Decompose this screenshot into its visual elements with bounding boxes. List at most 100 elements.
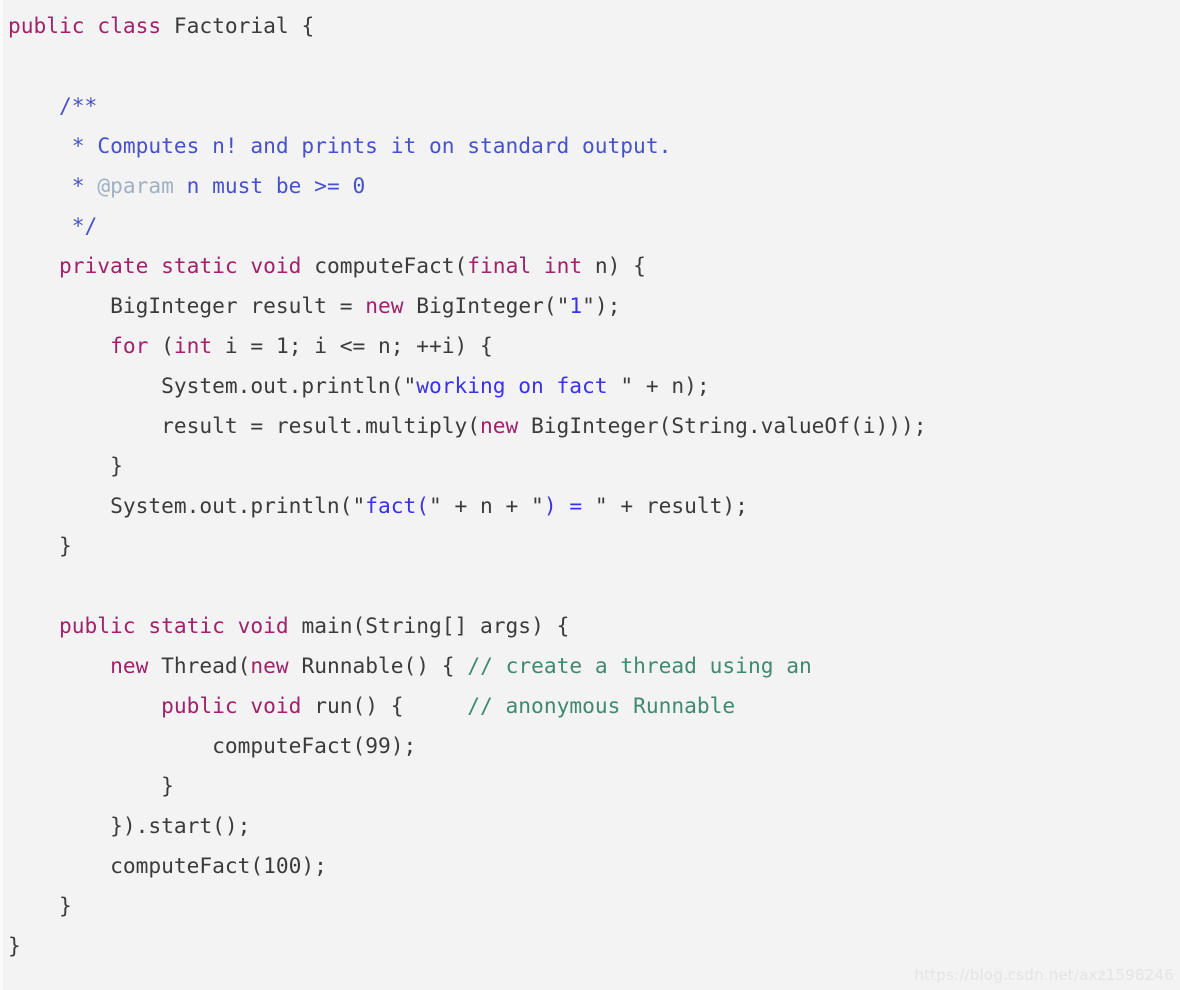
paren-open: ( — [339, 493, 353, 518]
paren-open: ( — [467, 413, 480, 438]
keyword-public: public — [8, 13, 85, 38]
paren-open: ( — [543, 293, 557, 318]
code-line-20: } — [8, 766, 927, 806]
constructor-biginteger: BigInteger — [416, 293, 544, 318]
keyword-new: new — [250, 653, 289, 678]
javadoc-param-tag: @param — [97, 173, 174, 198]
call-computefact: computeFact — [212, 733, 353, 758]
code-line-2-blank — [8, 46, 927, 86]
keyword-static: static — [161, 253, 238, 278]
quote-close: " — [582, 293, 595, 318]
keyword-public: public — [59, 613, 136, 638]
javadoc-close: */ — [71, 213, 98, 238]
keyword-int: int — [543, 253, 583, 278]
quote-open: " — [531, 493, 544, 518]
javadoc-text-param: n must be >= 0 — [186, 173, 366, 198]
code-line-24: } — [8, 926, 927, 966]
close-brace-main: } — [59, 893, 72, 918]
assign-operator: = — [339, 293, 353, 318]
javadoc-star: * — [71, 173, 85, 198]
paren-open: ( — [237, 653, 251, 678]
quote-open: " — [352, 493, 366, 518]
call-args-99: (99); — [352, 733, 417, 758]
type-runnable: Runnable — [301, 653, 404, 678]
javadoc-open: /** — [59, 93, 98, 118]
close-brace-method: } — [59, 533, 72, 558]
call-system-out-println: System.out.println — [110, 493, 340, 518]
type-thread: Thread — [161, 653, 238, 678]
statement-end: ); — [594, 293, 621, 318]
code-line-15-blank — [8, 566, 927, 606]
keyword-for: for — [110, 333, 149, 358]
for-loop-expression: i = 1; i <= n; ++i — [224, 333, 455, 358]
keyword-private: private — [59, 253, 149, 278]
javadoc-star: * — [71, 133, 85, 158]
string-literal-fact-open: fact( — [365, 493, 429, 518]
quote-close: " — [428, 493, 442, 518]
statement-end: ); — [684, 373, 710, 398]
paren-close-brace: ) { — [607, 253, 646, 278]
concat-operator: + — [645, 373, 659, 398]
code-line-21: }).start(); — [8, 806, 927, 846]
keyword-new: new — [365, 293, 404, 318]
code-line-1: public class Factorial { — [8, 6, 927, 46]
code-line-3: /** — [8, 86, 927, 126]
open-brace: { — [301, 13, 315, 38]
concat-n: + n + — [441, 493, 532, 518]
keyword-public: public — [161, 693, 238, 718]
assignment-result-multiply: result = result.multiply — [161, 413, 468, 438]
java-source-code: public class Factorial { /** * Computes … — [8, 6, 927, 966]
keyword-void: void — [237, 613, 289, 638]
argument-n: n — [671, 373, 685, 398]
keyword-class: class — [97, 13, 162, 38]
param-n: n — [594, 253, 608, 278]
keyword-void: void — [250, 693, 302, 718]
code-line-17: new Thread(new Runnable() { // create a … — [8, 646, 927, 686]
code-line-11: result = result.multiply(new BigInteger(… — [8, 406, 926, 446]
concat-result-tail: + result); — [607, 493, 748, 518]
method-name-computefact: computeFact — [314, 253, 455, 278]
code-line-18: public void run() { // anonymous Runnabl… — [8, 686, 927, 726]
code-line-9: for (int i = 1; i <= n; ++i) { — [8, 326, 927, 366]
close-brace-class: } — [8, 933, 21, 958]
code-line-23: } — [8, 886, 927, 926]
code-line-6: */ — [8, 206, 927, 246]
paren-close-brace: ) { — [454, 333, 493, 358]
method-name-main: main — [301, 613, 353, 638]
quote-close: " — [594, 493, 608, 518]
keyword-int: int — [173, 333, 213, 358]
string-literal-working-on-fact: working on fact — [416, 373, 621, 398]
main-signature: (String[] args) { — [352, 613, 570, 638]
code-line-5: * @param n must be >= 0 — [8, 166, 927, 206]
close-brace-for: } — [110, 453, 123, 478]
anon-class-open: () { — [403, 653, 468, 678]
code-line-4: * Computes n! and prints it on standard … — [8, 126, 927, 166]
paren-open: ( — [454, 253, 468, 278]
code-screenshot: public class Factorial { /** * Computes … — [0, 0, 1180, 990]
constructor-biginteger-stringvalueof: BigInteger(String.valueOf(i) — [531, 413, 889, 438]
keyword-new: new — [480, 413, 519, 438]
variable-result: result — [250, 293, 327, 318]
paren-open: ( — [390, 373, 404, 398]
code-line-12: } — [8, 446, 927, 486]
code-line-14: } — [8, 526, 927, 566]
string-literal-one: 1 — [569, 293, 583, 318]
code-line-16: public static void main(String[] args) { — [8, 606, 927, 646]
line-comment-anonymous-runnable: // anonymous Runnable — [467, 693, 736, 718]
watermark-url: https://blog.csdn.net/axz1598246 — [914, 966, 1174, 984]
keyword-final: final — [467, 253, 532, 278]
anon-class-close-start-call: }).start(); — [110, 813, 251, 838]
string-literal-equals: ) = — [543, 493, 595, 518]
code-line-22: computeFact(100); — [8, 846, 927, 886]
javadoc-text-summary: Computes n! and prints it on standard ou… — [97, 133, 672, 158]
keyword-static: static — [148, 613, 225, 638]
quote-open: " — [556, 293, 570, 318]
keyword-new: new — [110, 653, 149, 678]
keyword-void: void — [250, 253, 302, 278]
code-line-19: computeFact(99); — [8, 726, 927, 766]
call-args-100: (100); — [250, 853, 327, 878]
call-system-out-println: System.out.println — [161, 373, 391, 398]
code-line-10: System.out.println("working on fact " + … — [8, 366, 927, 406]
paren-open: ( — [161, 333, 174, 358]
code-line-7: private static void computeFact(final in… — [8, 246, 927, 286]
